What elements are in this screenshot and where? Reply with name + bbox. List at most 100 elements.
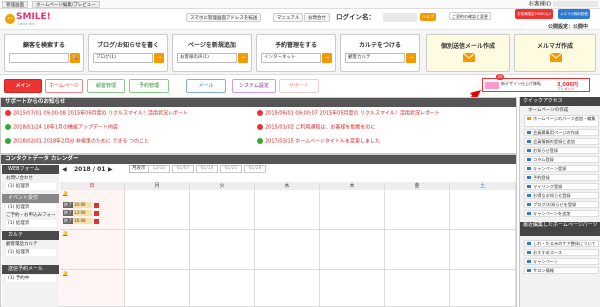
quick-item[interactable]: 予約登録 [524, 174, 599, 181]
calendar-cell[interactable] [320, 270, 385, 307]
calendar-event[interactable]: 終了 13:00 [63, 210, 99, 216]
calendar-grid: 日 月 火 水 木 金 土 🔔 終了 10:00 終了 13:00 終了 16:00 … [60, 182, 516, 307]
calendar-toolbar: ◀ 2018 / 01 ▶ 月表示 12/31 01/07 01/14 01/2… [60, 165, 516, 175]
news-item[interactable]: 2015/06/01 09:00:07 2015年05月度の リクルスマイル！活… [257, 110, 440, 118]
news-item[interactable]: 2015/01/02 ご利用通知は、お客様を拒絶をのに [257, 124, 375, 132]
left-nav-head-web[interactable]: WEBフォーム [2, 165, 59, 174]
calendar-cell[interactable] [320, 230, 385, 270]
recent-item[interactable]: おすすめコース [524, 249, 599, 256]
prev-month-icon[interactable]: ◀ [62, 166, 67, 173]
event-tag: 終了 [63, 210, 73, 216]
day-header: 木 [320, 182, 385, 190]
calendar-cell[interactable] [450, 190, 516, 230]
quick-item[interactable]: 会員情報の登録と追加 [524, 138, 599, 145]
person-icon [94, 218, 99, 224]
week-button[interactable]: 01/28 [244, 165, 266, 173]
quick-item[interactable]: お得なお知らせ登録 [524, 192, 599, 199]
day-header: 月 [125, 182, 190, 190]
calendar-cell[interactable]: 🔔 [60, 270, 125, 307]
left-nav-head-karte[interactable]: カルテ [2, 231, 59, 240]
next-month-icon[interactable]: ▶ [108, 166, 113, 173]
quick-item[interactable]: キャンペーン登録 [524, 165, 599, 172]
cell-num-icon: 🔔 [62, 231, 69, 237]
day-header: 金 [385, 182, 450, 190]
recent-item[interactable]: しわ・たるみのケア整体について [524, 240, 599, 247]
info-icon [5, 138, 11, 144]
day-header: 水 [255, 182, 320, 190]
recent-item[interactable]: サロン情報 [524, 267, 599, 274]
event-time: 10:00 [73, 202, 92, 208]
day-header: 日 [60, 182, 125, 190]
quick-access-title: クイックアクセス [520, 97, 600, 106]
news-item-text: 2018/01/24 18年1月の機能アップデート内容 [13, 124, 118, 131]
cell-num-icon: 🔔 [62, 191, 69, 197]
calendar-cell[interactable] [450, 270, 516, 307]
calendar-event[interactable]: 終了 16:00 [63, 218, 99, 224]
event-tag: 終了 [63, 202, 73, 208]
person-icon [94, 202, 99, 208]
info-icon [5, 124, 11, 130]
calendar-cell[interactable] [190, 190, 255, 230]
person-icon [94, 210, 99, 216]
quick-item[interactable]: キャンペーンを追加 [524, 210, 599, 217]
calendar-cell[interactable] [190, 230, 255, 270]
quick-item[interactable]: コラム登録 [524, 156, 599, 163]
calendar-cell[interactable] [385, 270, 450, 307]
quick-access-sub: ホームページの作成 [528, 108, 569, 113]
cell-num-icon: 🔔 [62, 271, 69, 277]
alert-icon [257, 110, 263, 116]
left-nav-link[interactable]: (1) 処理済 [6, 204, 56, 211]
event-time: 16:00 [73, 218, 92, 224]
day-header: 火 [190, 182, 255, 190]
news-title: サポートからのお知らせ [1, 98, 516, 107]
week-button[interactable]: 01/14 [196, 165, 218, 173]
calendar-cell[interactable] [385, 230, 450, 270]
calendar-cell[interactable] [450, 230, 516, 270]
recent-item[interactable]: キャンペーン [524, 258, 599, 265]
week-button[interactable]: 01/07 [172, 165, 194, 173]
news-item[interactable]: 2018/01/24 18年1月の機能アップデート内容 [5, 124, 118, 132]
calendar-cell[interactable]: 🔔 [60, 230, 125, 270]
left-nav-head-mail[interactable]: 送信予約メール [2, 265, 59, 274]
news-item-text: 2015/06/01 09:00:07 2015年05月度の リクルスマイル！活… [265, 110, 440, 117]
event-tag: 終了 [63, 218, 73, 224]
news-item-text: 2017/03/15 ホームページタイトルを変更しました [265, 138, 381, 145]
month-view-button[interactable]: 月表示 [129, 165, 149, 173]
left-nav-link[interactable]: (1) 処理済 [6, 220, 56, 227]
calendar-cell[interactable]: 🔔 終了 10:00 終了 13:00 終了 16:00 [60, 190, 125, 230]
calendar-cell[interactable] [125, 230, 190, 270]
news-panel: サポートからのお知らせ 2015/07/01 09:00:08 2015年06月… [0, 97, 517, 154]
quick-item[interactable]: お知らせ登録 [524, 147, 599, 154]
quick-item[interactable]: 会員募集用ページの作成 [524, 129, 599, 136]
calendar-event[interactable]: 終了 10:00 [63, 202, 99, 208]
news-item-text: 2015/07/01 09:00:08 2015年06月度の リクルスマイル！活… [13, 110, 188, 117]
calendar-cell[interactable] [190, 270, 255, 307]
calendar-cell[interactable] [125, 270, 190, 307]
calendar-cell[interactable] [385, 190, 450, 230]
news-item[interactable]: 2018/02/01 2018年2月分 非規事のために できる つのこと [5, 138, 149, 146]
quick-item[interactable]: マイリング登録 [524, 183, 599, 190]
calendar-cell[interactable] [125, 190, 190, 230]
quick-access-panel: クイックアクセス ホームページの作成 ホームページのパーツ追加・編集 会員募集用… [519, 97, 600, 307]
quick-item[interactable]: ホームページのパーツ追加・編集 [524, 115, 599, 127]
recent-parts-title: 最近編集したホームページパーツ [520, 222, 600, 236]
left-nav-link[interactable]: (1) 予約中 [6, 275, 56, 282]
left-nav-link[interactable]: (1) 処理済 [6, 183, 56, 190]
week-button[interactable]: 01/21 [220, 165, 242, 173]
news-item[interactable]: 2017/03/15 ホームページタイトルを変更しました [257, 138, 380, 146]
calendar-cell[interactable] [255, 270, 320, 307]
left-nav-link[interactable]: (1) 処理済 [6, 249, 56, 256]
event-time: 13:00 [73, 210, 92, 216]
calendar-panel: コンタクトデータ カレンダー WEBフォーム お問い合わせ (1) 処理済 イベ… [0, 154, 517, 307]
calendar-cell[interactable] [255, 230, 320, 270]
left-nav-head-event[interactable]: イベント受付 [2, 194, 59, 203]
quick-item[interactable]: ブログ/お知らせを登録 [524, 201, 599, 208]
news-item[interactable]: 2015/07/01 09:00:08 2015年06月度の リクルスマイル！活… [5, 110, 188, 118]
alert-icon [5, 110, 11, 116]
day-header: 土 [450, 182, 516, 190]
week-button[interactable]: 12/31 [148, 165, 170, 173]
calendar-cell[interactable] [255, 190, 320, 230]
calendar-month: 2018 / 01 [74, 166, 106, 173]
calendar-cell[interactable] [320, 190, 385, 230]
news-item-text: 2018/02/01 2018年2月分 非規事のために できる つのこと [13, 138, 149, 145]
